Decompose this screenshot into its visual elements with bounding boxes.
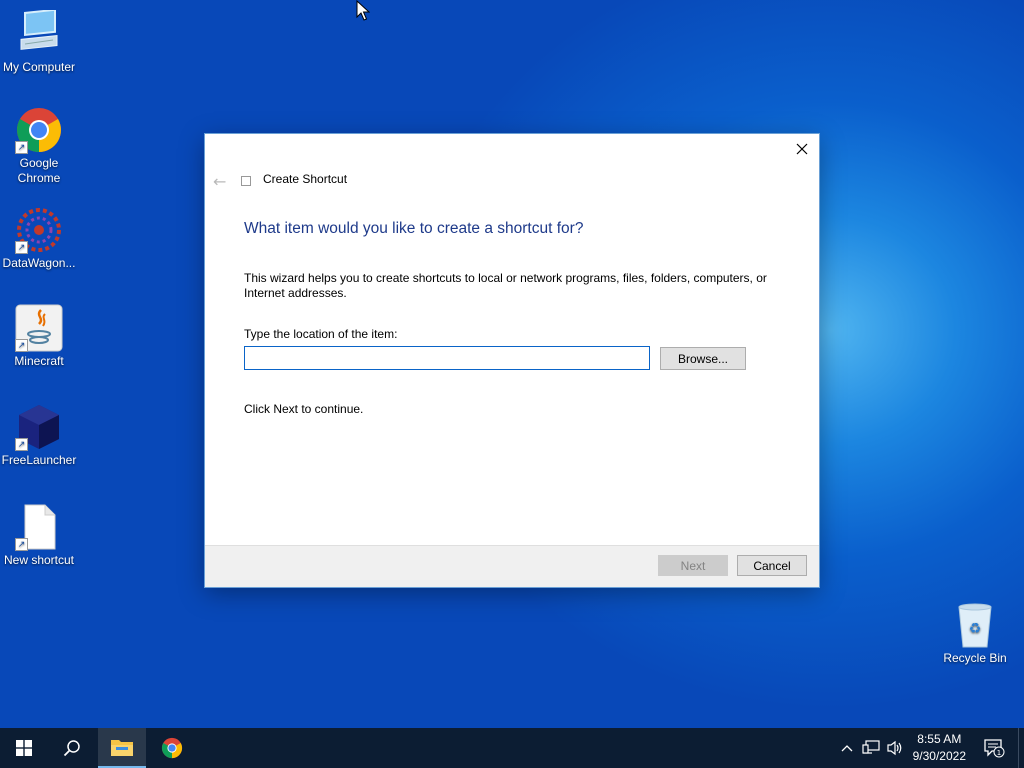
chrome-taskbar-button[interactable]	[148, 728, 196, 768]
shortcut-arrow-icon: ↗	[15, 339, 28, 352]
desktop-icon-label: Recycle Bin	[943, 651, 1007, 665]
show-desktop-button[interactable]	[1018, 728, 1024, 768]
volume-button[interactable]	[884, 728, 906, 768]
network-icon	[862, 740, 880, 754]
desktop-icon-label: DataWagon...	[2, 256, 76, 270]
desktop-icon-datawagon[interactable]: ↗ DataWagon...	[0, 206, 78, 271]
chevron-up-icon	[841, 745, 853, 752]
dialog-description: This wizard helps you to create shortcut…	[244, 271, 767, 300]
location-input[interactable]	[244, 346, 650, 370]
desktop-icon-google-chrome[interactable]: ↗ Google Chrome	[0, 106, 78, 186]
desktop-icon-label: Minecraft	[14, 354, 64, 368]
network-button[interactable]	[860, 728, 882, 768]
notification-count: 1	[997, 749, 1001, 757]
clock[interactable]: 8:55 AM 9/30/2022	[913, 731, 966, 765]
desktop-icon-label: Google Chrome	[17, 156, 61, 185]
svg-text:♻: ♻	[969, 621, 982, 637]
shortcut-arrow-icon: ↗	[15, 438, 28, 451]
taskbar: 8:55 AM 9/30/2022 1	[0, 728, 1024, 768]
folder-icon	[111, 740, 133, 756]
java-icon: ↗	[15, 304, 63, 352]
computer-icon	[15, 8, 63, 58]
desktop-icon-label: FreeLauncher	[1, 453, 77, 467]
cancel-button[interactable]: Cancel	[737, 555, 807, 576]
location-label: Type the location of the item:	[244, 327, 398, 341]
dialog-title: Create Shortcut	[263, 172, 348, 186]
desktop-icon-label: My Computer	[2, 60, 76, 74]
dialog-title-row: Create Shortcut	[241, 172, 347, 186]
clock-time: 8:55 AM	[917, 732, 962, 746]
shortcut-arrow-icon: ↗	[15, 241, 28, 254]
clock-date: 9/30/2022	[912, 749, 966, 763]
chrome-icon: ↗	[15, 106, 63, 154]
mouse-cursor-icon	[356, 0, 370, 21]
desktop-icon-freelauncher[interactable]: ↗ FreeLauncher	[0, 403, 78, 468]
back-arrow-icon: ←	[213, 172, 227, 191]
shortcut-small-icon	[241, 176, 251, 186]
file-explorer-button[interactable]	[98, 728, 146, 768]
file-icon: ↗	[15, 503, 63, 551]
browse-button[interactable]: Browse...	[660, 347, 746, 370]
desktop-icon-new-shortcut[interactable]: ↗ New shortcut	[0, 503, 78, 568]
recycle-bin-icon: ♻	[951, 601, 999, 649]
close-button[interactable]	[785, 134, 819, 164]
shortcut-arrow-icon: ↗	[15, 538, 28, 551]
next-button[interactable]: Next	[658, 555, 728, 576]
desktop-icon-my-computer[interactable]: My Computer	[0, 8, 78, 75]
show-hidden-icons-button[interactable]	[838, 728, 856, 768]
create-shortcut-dialog: ← Create Shortcut What item would you li…	[205, 134, 819, 587]
desktop-icon-minecraft[interactable]: ↗ Minecraft	[0, 304, 78, 369]
desktop-icon-label: New shortcut	[3, 553, 75, 567]
start-button[interactable]	[0, 728, 48, 768]
dialog-heading: What item would you like to create a sho…	[244, 220, 584, 237]
action-center-button[interactable]: 1	[980, 728, 1008, 768]
windows-logo-icon	[16, 740, 32, 756]
desktop-icon-recycle-bin[interactable]: ♻ Recycle Bin	[936, 601, 1014, 666]
speaker-icon	[887, 740, 902, 756]
back-button[interactable]: ←	[213, 172, 226, 191]
search-button[interactable]	[48, 728, 96, 768]
cube-icon: ↗	[15, 403, 63, 451]
dialog-footer: Next Cancel	[205, 545, 819, 587]
shortcut-arrow-icon: ↗	[15, 141, 28, 154]
search-icon	[63, 740, 80, 757]
notification-icon: 1	[984, 739, 1005, 758]
close-icon	[796, 143, 808, 155]
continue-text: Click Next to continue.	[244, 402, 364, 416]
datawagon-icon: ↗	[15, 206, 63, 254]
chrome-icon	[161, 737, 183, 759]
